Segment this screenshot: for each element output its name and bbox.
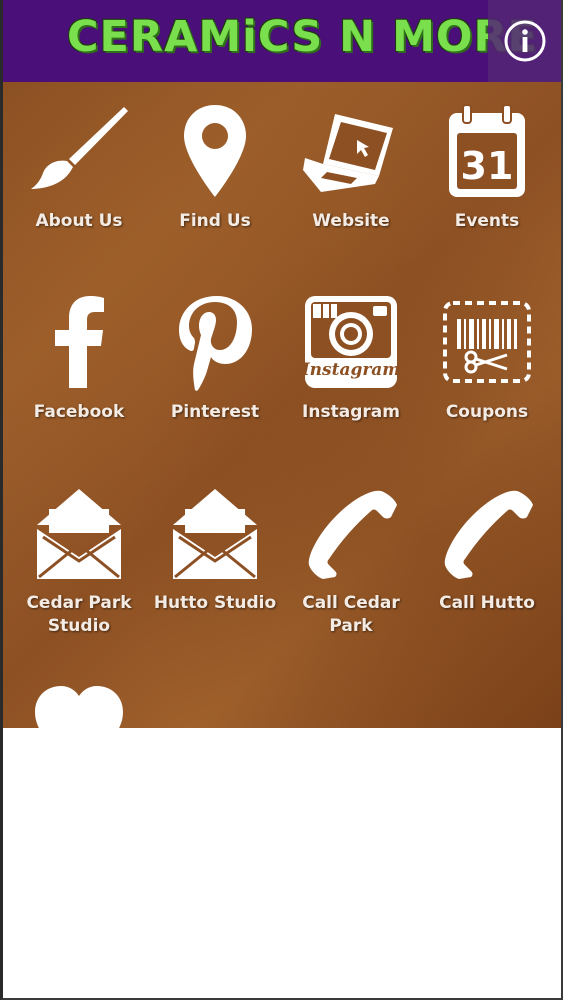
- tile-call-cedar-park[interactable]: Call Cedar Park: [281, 478, 421, 638]
- tile-find-us[interactable]: Find Us: [145, 96, 285, 233]
- instagram-icon: Instagram: [296, 287, 406, 397]
- tile-label: Find Us: [179, 211, 251, 231]
- info-icon: [504, 20, 545, 62]
- phone-icon: [296, 478, 406, 588]
- tile-instagram[interactable]: Instagram Instagram: [281, 287, 421, 424]
- laptop-icon: [296, 96, 406, 206]
- icon-grid-area: About Us Find Us Website 31 Events Faceb…: [3, 82, 561, 728]
- tile-cedar-park-studio[interactable]: Cedar Park Studio: [9, 478, 149, 638]
- tile-label: Facebook: [33, 402, 125, 422]
- phone-icon: [432, 478, 542, 588]
- tile-label: Call Hutto: [439, 593, 535, 613]
- tile-hutto-studio[interactable]: Hutto Studio: [145, 478, 285, 615]
- tile-label: Events: [454, 211, 520, 231]
- tile-label: Call Cedar Park: [302, 593, 400, 636]
- tile-label: Pinterest: [170, 402, 260, 422]
- tile-website[interactable]: Website: [281, 96, 421, 233]
- tile-label: Website: [312, 211, 390, 231]
- app-frame: CERAMiCS N MORE About Us Find Us Website…: [0, 0, 563, 1000]
- tile-facebook[interactable]: Facebook: [9, 287, 149, 424]
- tile-call-hutto[interactable]: Call Hutto: [417, 478, 557, 615]
- paintbrush-icon: [24, 96, 134, 206]
- envelope-icon: [24, 478, 134, 588]
- info-button[interactable]: [488, 0, 561, 82]
- app-header: CERAMiCS N MORE: [3, 0, 561, 82]
- coupon-barcode-icon: [432, 287, 542, 397]
- heart-icon: [24, 672, 134, 728]
- envelope-icon: [160, 478, 270, 588]
- tile-label: About Us: [35, 211, 123, 231]
- pinterest-icon: [160, 287, 270, 397]
- tile-about-us[interactable]: About Us: [9, 96, 149, 233]
- map-pin-icon: [160, 96, 270, 206]
- instagram-wordmark: Instagram: [303, 360, 399, 380]
- empty-area: [3, 728, 561, 998]
- tile-pinterest[interactable]: Pinterest: [145, 287, 285, 424]
- tile-label: Instagram: [302, 402, 400, 422]
- tile-label: Hutto Studio: [153, 593, 277, 613]
- tile-events[interactable]: 31 Events: [417, 96, 557, 233]
- facebook-icon: [24, 287, 134, 397]
- tile-label: Coupons: [445, 402, 529, 422]
- tile-coupons[interactable]: Coupons: [417, 287, 557, 424]
- calendar-icon: 31: [432, 96, 542, 206]
- tile-label: Cedar Park Studio: [26, 593, 132, 636]
- calendar-day: 31: [461, 144, 514, 188]
- tile-favorites[interactable]: [9, 672, 149, 728]
- app-title: CERAMiCS N MORE: [67, 12, 538, 62]
